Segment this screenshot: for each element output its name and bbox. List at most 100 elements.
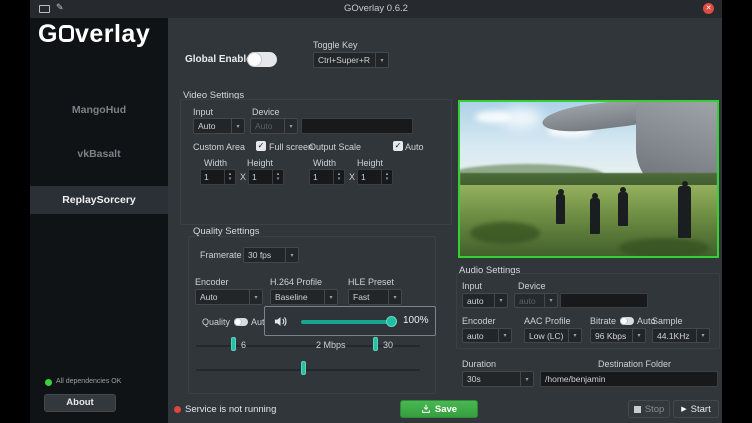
audio-device-field[interactable] [560,293,648,308]
chevron-down-icon [388,290,401,304]
audio-encoder-label: Encoder [462,316,496,326]
start-button-label: Start [691,404,711,415]
hle-preset-value: Fast [349,292,388,302]
chevron-down-icon [544,294,557,307]
sample-rate-select[interactable]: 44.1KHz [652,328,710,343]
framerate-value: 30 fps [244,250,285,260]
global-enable-toggle[interactable] [247,52,277,67]
framerate-select[interactable]: 30 fps [243,247,299,263]
bitrate-value-label: 2 Mbps [316,340,346,350]
audio-device-select: auto [514,293,558,308]
spinner-arrows-icon[interactable] [333,170,344,184]
stop-button[interactable]: Stop [628,400,670,418]
screen: GOverlay 0.6.2 Gverlay MangoHud vkBasalt… [0,0,752,423]
volume-slider-track[interactable] [301,320,391,324]
volume-slider-handle[interactable] [386,316,397,327]
close-icon[interactable] [703,3,714,14]
scale-height-value: 1 [358,170,381,184]
duration-value: 30s [463,374,520,384]
video-device-field[interactable] [301,118,413,134]
chevron-down-icon [249,290,262,304]
global-enable-label: Global Enable [185,54,252,65]
quality-auto-toggle[interactable] [234,318,248,326]
duration-select[interactable]: 30s [462,371,534,387]
hle-preset-select[interactable]: Fast [348,289,402,305]
bitrate-slider-track[interactable] [196,369,420,371]
audio-input-select[interactable]: auto [462,293,508,308]
audio-encoder-select[interactable]: auto [462,328,512,343]
audio-bitrate-select[interactable]: 96 Kbps [590,328,646,343]
destination-folder-label: Destination Folder [598,359,671,369]
scale-width-stepper[interactable]: 1 [309,169,345,185]
toggle-key-select[interactable]: Ctrl+Super+R [313,52,389,68]
scale-height-label: Height [357,158,383,168]
aac-profile-select[interactable]: Low (LC) [524,328,582,343]
chevron-down-icon [231,119,244,133]
audio-encoder-value: auto [463,331,498,341]
framerate-label: Framerate [200,250,242,260]
output-scale-auto-checkbox[interactable] [393,141,403,151]
scale-height-stepper[interactable]: 1 [357,169,393,185]
encoder-select[interactable]: Auto [195,289,263,305]
custom-width-stepper[interactable]: 1 [200,169,236,185]
save-icon [421,404,431,414]
app-window: GOverlay 0.6.2 Gverlay MangoHud vkBasalt… [30,0,722,423]
quality-range-max-value: 30 [383,340,393,350]
preview-character [618,192,628,226]
volume-icon [273,314,288,329]
preview-character [590,198,600,234]
sidebar-item-vkbasalt[interactable]: vkBasalt [30,140,168,168]
preview-character [556,194,565,224]
sample-rate-value: 44.1KHz [653,331,696,341]
save-button[interactable]: Save [400,400,478,418]
full-screen-label: Full screen [269,142,313,152]
audio-device-label: Device [518,281,546,291]
output-scale-label: Output Scale [309,142,361,152]
about-button[interactable]: About [44,394,116,412]
quality-range-min-handle[interactable] [231,337,236,351]
h264-profile-label: H.264 Profile [270,277,322,287]
start-button[interactable]: Start [673,400,719,418]
custom-width-label: Width [204,158,227,168]
full-screen-checkbox[interactable] [256,141,266,151]
quality-range-max-handle[interactable] [373,337,378,351]
h264-profile-select[interactable]: Baseline [270,289,338,305]
spinner-arrows-icon[interactable] [224,170,235,184]
destination-folder-field[interactable]: /home/benjamin [540,371,718,387]
logo-text-g: G [38,20,58,48]
service-status-dot [174,406,181,413]
chevron-down-icon [632,329,645,342]
spinner-arrows-icon[interactable] [272,170,283,184]
quality-range-min-value: 6 [241,340,246,350]
sidebar-item-replaysorcery[interactable]: ReplaySorcery [30,186,168,214]
preview-grass-shadow [619,238,709,258]
chevron-down-icon [696,329,709,342]
service-status-text: Service is not running [185,404,276,415]
stop-button-label: Stop [645,404,665,415]
sidebar-item-mangohud[interactable]: MangoHud [30,96,168,124]
encoder-value: Auto [196,292,249,302]
hle-preset-label: HLE Preset [348,277,394,287]
titlebar: GOverlay 0.6.2 [30,0,722,18]
spinner-arrows-icon[interactable] [381,170,392,184]
video-device-label: Device [252,107,280,117]
bitrate-slider-handle[interactable] [301,361,306,375]
volume-popup: 100% [264,306,436,336]
chevron-down-icon [498,329,511,342]
video-input-value: Auto [194,121,231,131]
audio-device-value: auto [515,296,544,306]
chevron-down-icon [520,372,533,386]
bitrate-auto-toggle[interactable] [620,317,634,325]
game-preview [458,100,719,258]
main-panel: Global Enable Toggle Key Ctrl+Super+R Vi… [168,18,722,423]
video-input-select[interactable]: Auto [193,118,245,134]
chevron-down-icon [494,294,507,307]
video-device-value: Auto [251,121,284,131]
chevron-down-icon [285,248,298,262]
dependency-status-dot [45,379,52,386]
custom-height-stepper[interactable]: 1 [248,169,284,185]
video-device-select: Auto [250,118,298,134]
play-icon [681,405,686,413]
window-title: GOverlay 0.6.2 [30,3,722,14]
save-button-label: Save [435,404,457,415]
